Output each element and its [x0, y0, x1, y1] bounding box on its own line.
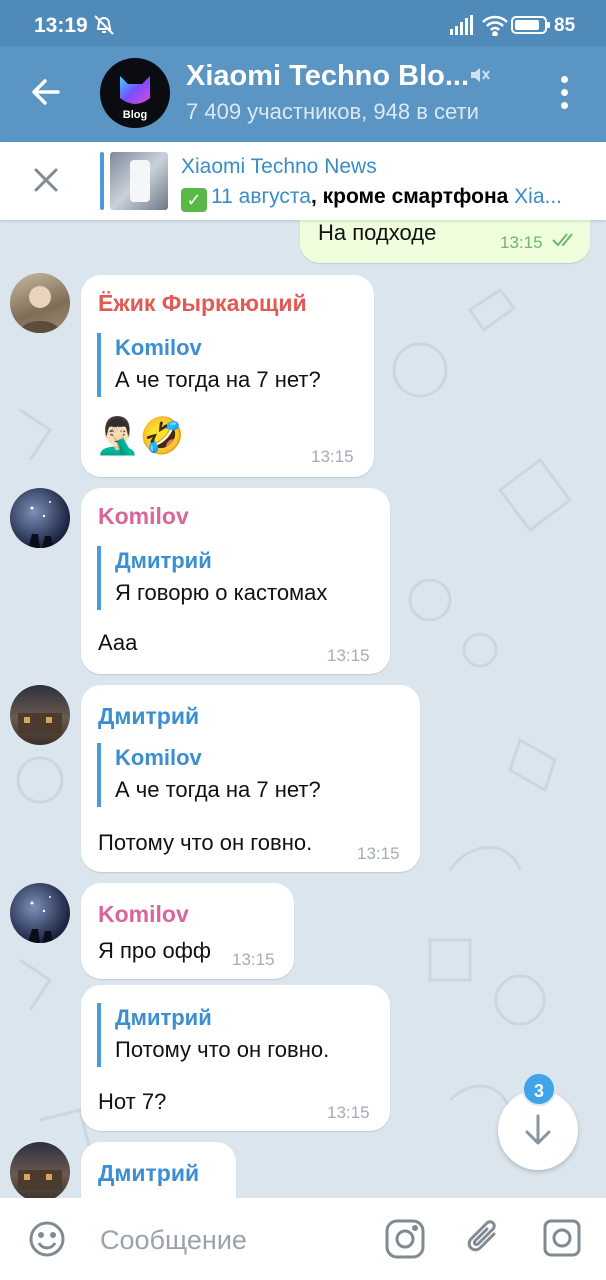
message-text: Я про офф [98, 938, 211, 963]
channel-subtitle: 7 409 участников, 948 в сети [186, 99, 479, 124]
reply-text: Я говорю о кастомах [115, 580, 328, 605]
message-time: 13:15 [357, 844, 400, 863]
channel-title[interactable]: Xiaomi Techno Blo... [186, 60, 469, 93]
message-text: Ааа [98, 630, 138, 655]
message-time: 13:15 [500, 233, 543, 252]
message-text: На подходе [318, 220, 437, 245]
pinned-tail-text: Xia... [508, 185, 563, 208]
pinned-accent-bar [100, 152, 104, 210]
reply-author: Дмитрий [115, 1005, 212, 1030]
status-time: 13:19 [34, 14, 88, 37]
message-bubble-outgoing[interactable]: На подходе 13:15 [300, 220, 590, 263]
attach-icon[interactable] [464, 1216, 504, 1260]
reply-text: Потому что он говно. [115, 1037, 330, 1062]
reply-author: Komilov [115, 335, 202, 360]
status-bar: 13:19 85 [0, 0, 606, 46]
message-time: 13:15 [327, 646, 370, 665]
more-menu-icon[interactable] [556, 76, 572, 112]
message-time: 13:15 [311, 447, 354, 466]
pinned-title: Xiaomi Techno News [181, 155, 377, 178]
reply-text: А че тогда на 7 нет? [115, 777, 321, 802]
sender-name[interactable]: Komilov [98, 901, 189, 928]
sender-name[interactable]: Komilov [98, 503, 189, 530]
message-bubble[interactable]: Komilov Я про офф 13:15 [81, 883, 294, 979]
battery-percent: 85 [554, 15, 576, 36]
message-bubble[interactable]: Дмитрий Komilov А че тогда на 7 нет? Пот… [81, 685, 420, 872]
pinned-text: ✓ 11 августа, кроме смартфона Xia... [181, 185, 576, 212]
camera-icon[interactable] [384, 1218, 426, 1260]
reply-quote[interactable]: Дмитрий Я говорю о кастомах [97, 546, 327, 610]
avatar[interactable] [10, 1142, 70, 1198]
wifi-icon [482, 15, 508, 36]
pinned-thumbnail [110, 152, 168, 210]
message-time: 13:15 [232, 950, 275, 969]
chat-header: Blog Xiaomi Techno Blo... 7 409 участник… [0, 46, 606, 142]
message-bubble[interactable]: Дмитрий [81, 1142, 236, 1198]
blog-logo-icon: Blog [120, 76, 150, 121]
reply-quote[interactable]: Komilov А че тогда на 7 нет? [97, 333, 321, 397]
pinned-bold-text: , кроме смартфона [310, 185, 509, 208]
pinned-message[interactable]: Xiaomi Techno News ✓ 11 августа, кроме см… [0, 142, 606, 220]
arrow-down-icon [525, 1114, 551, 1145]
reply-quote[interactable]: Komilov А че тогда на 7 нет? [97, 743, 321, 807]
chat-area[interactable]: На подходе 13:15 Ёжик Фыркающий Komilov … [0, 220, 606, 1198]
message-input-bar: Сообщение [0, 1198, 606, 1280]
reply-author: Дмитрий [115, 548, 212, 573]
reply-author: Komilov [115, 745, 202, 770]
reply-text: А че тогда на 7 нет? [115, 367, 321, 392]
message-input[interactable]: Сообщение [100, 1225, 247, 1256]
double-check-icon [552, 233, 573, 247]
muted-icon [471, 68, 490, 82]
close-icon[interactable] [32, 166, 60, 194]
alarm-off-icon [94, 15, 114, 35]
avatar[interactable] [10, 273, 70, 333]
reply-quote[interactable]: Дмитрий Потому что он говно. [97, 1003, 329, 1067]
avatar[interactable] [10, 488, 70, 548]
avatar[interactable] [10, 883, 70, 943]
sender-name[interactable]: Дмитрий [98, 703, 199, 730]
emoji-icon[interactable] [28, 1220, 66, 1258]
signal-icon [450, 15, 473, 35]
svg-text:Blog: Blog [123, 109, 147, 121]
back-arrow-icon[interactable] [30, 76, 62, 108]
checkmark-icon: ✓ [181, 188, 207, 212]
message-text: Нот 7? [98, 1089, 167, 1114]
message-bubble[interactable]: Дмитрий Потому что он говно. Нот 7? 13:1… [81, 985, 390, 1131]
sender-name[interactable]: Ёжик Фыркающий [98, 290, 307, 317]
instagram-icon[interactable] [542, 1218, 582, 1258]
unread-badge: 3 [522, 1072, 556, 1106]
channel-avatar[interactable]: Blog [100, 58, 170, 128]
message-bubble[interactable]: Komilov Дмитрий Я говорю о кастомах Ааа … [81, 488, 390, 674]
avatar[interactable] [10, 685, 70, 745]
message-time: 13:15 [327, 1103, 370, 1122]
sender-name[interactable]: Дмитрий [98, 1160, 199, 1187]
battery-icon [511, 16, 550, 34]
message-text: Потому что он говно. [98, 830, 313, 855]
emoji-text: 🤦🏻‍♂️🤣 [95, 415, 185, 456]
pinned-date: 11 августа [211, 185, 311, 208]
message-bubble[interactable]: Ёжик Фыркающий Komilov А че тогда на 7 н… [81, 275, 374, 477]
